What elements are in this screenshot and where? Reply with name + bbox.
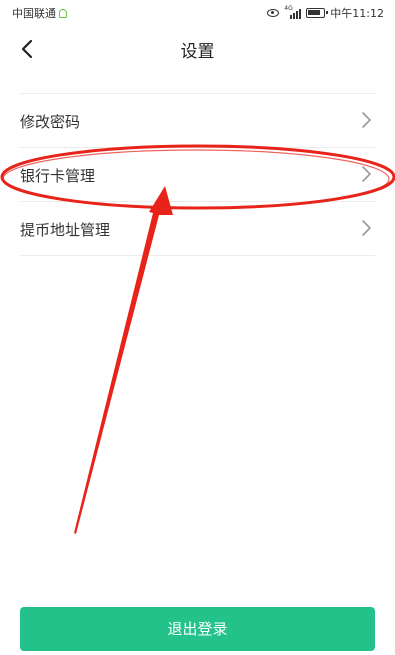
carrier-name: 中国联通 <box>12 7 56 20</box>
logout-button[interactable]: 退出登录 <box>20 607 375 651</box>
eye-icon <box>267 9 280 17</box>
menu-item-change-password[interactable]: 修改密码 <box>20 94 375 148</box>
menu-item-label: 修改密码 <box>20 113 81 131</box>
menu-item-bank-card-management[interactable]: 银行卡管理 <box>20 148 375 202</box>
menu-item-label: 提币地址管理 <box>20 221 111 239</box>
chevron-right-icon <box>362 220 371 236</box>
signal-icon: 4G <box>284 5 302 19</box>
carrier-info: 中国联通 <box>12 5 67 21</box>
menu-item-withdrawal-address-management[interactable]: 提币地址管理 <box>20 202 375 256</box>
status-bar: 中国联通 4G 中午11:12 <box>0 0 395 24</box>
status-indicators: 4G 中午11:12 <box>267 5 384 21</box>
chevron-right-icon <box>362 166 371 182</box>
navigation-bar: 设置 <box>0 24 395 74</box>
settings-menu-list: 修改密码 银行卡管理 提币地址管理 <box>20 93 375 256</box>
chevron-right-icon <box>362 112 371 128</box>
menu-item-label: 银行卡管理 <box>20 167 96 185</box>
network-activity-icon <box>59 8 67 18</box>
page-title: 设置 <box>180 42 215 62</box>
battery-icon <box>306 8 329 18</box>
status-time: 中午11:12 <box>330 7 384 20</box>
